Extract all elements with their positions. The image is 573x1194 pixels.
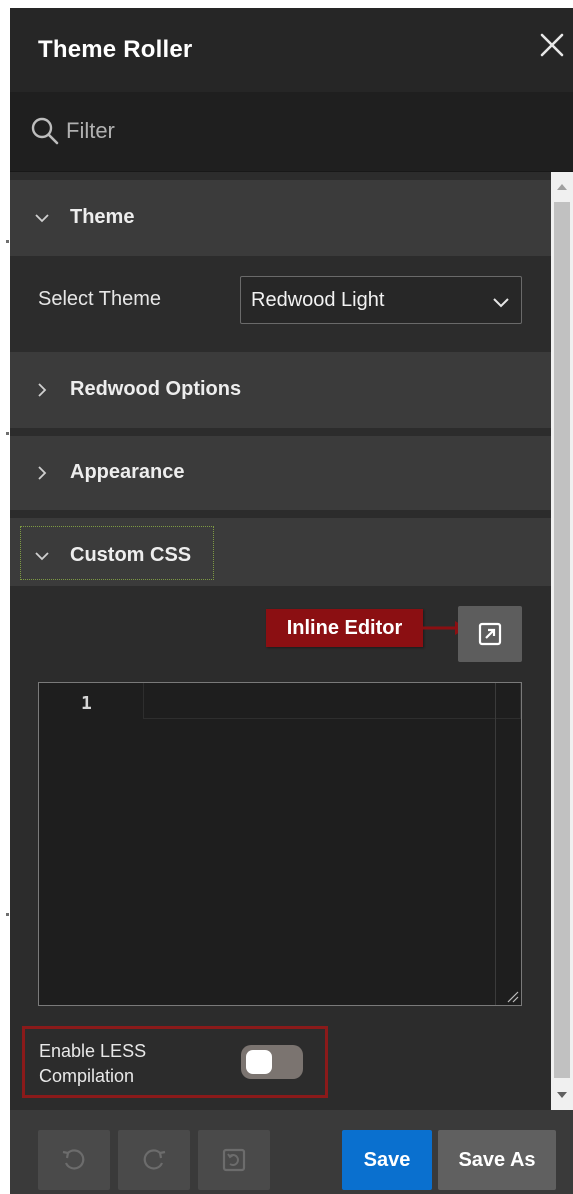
inline-editor-callout: Inline Editor [266, 609, 423, 647]
line-number: 1 [81, 693, 92, 714]
section-custom-css-label: Custom CSS [70, 544, 192, 566]
theme-roller-content: Theme Select Theme Redwood Light Redwood… [10, 172, 551, 1110]
open-inline-editor-button[interactable] [458, 606, 522, 662]
chevron-right-icon [38, 383, 47, 397]
scroll-down-icon[interactable] [556, 1090, 568, 1100]
filter-bar [10, 92, 573, 172]
reset-icon [222, 1148, 246, 1172]
select-theme-row: Select Theme Redwood Light [10, 256, 551, 348]
custom-css-body: Inline Editor 1 Enable LESS Compilation [10, 586, 551, 1110]
enable-less-highlight: Enable LESS Compilation [22, 1026, 328, 1098]
custom-css-editor[interactable]: 1 [38, 682, 522, 1006]
close-icon [540, 33, 564, 57]
theme-select-value: Redwood Light [251, 289, 385, 311]
redo-icon [143, 1149, 166, 1170]
chevron-right-icon [38, 466, 47, 480]
page-edge-mark [6, 240, 9, 243]
select-theme-label: Select Theme [38, 288, 162, 310]
search-icon [31, 117, 59, 145]
dialog-title: Theme Roller [38, 36, 193, 63]
section-custom-css-header[interactable]: Custom CSS [10, 518, 551, 594]
resize-grip-icon[interactable] [505, 989, 519, 1003]
section-appearance-label: Appearance [70, 461, 185, 483]
section-theme-header[interactable]: Theme [10, 180, 551, 256]
close-button[interactable] [535, 28, 569, 62]
save-as-button[interactable]: Save As [438, 1130, 556, 1190]
active-line-highlight [143, 683, 521, 719]
scrollbar-thumb[interactable] [554, 202, 570, 1078]
theme-roller-dialog: Theme Roller Theme Select Theme Redwo [10, 8, 573, 1194]
dialog-footer: Save Save As [10, 1110, 573, 1194]
page-edge-mark [6, 432, 9, 435]
scrollbar[interactable] [551, 172, 573, 1110]
open-in-new-icon [478, 622, 502, 646]
dialog-header: Theme Roller [10, 8, 573, 92]
undo-button[interactable] [38, 1130, 110, 1190]
scroll-up-icon[interactable] [556, 182, 568, 192]
reset-button[interactable] [198, 1130, 270, 1190]
theme-select[interactable]: Redwood Light [240, 276, 522, 324]
chevron-down-icon [35, 214, 49, 223]
section-redwood-options-label: Redwood Options [70, 378, 242, 400]
enable-less-label: Enable LESS Compilation [39, 1041, 147, 1086]
section-appearance-header[interactable]: Appearance [10, 436, 551, 510]
filter-input[interactable] [66, 114, 516, 148]
redo-button[interactable] [118, 1130, 190, 1190]
chevron-down-icon [493, 298, 509, 308]
page-edge-mark [6, 913, 9, 916]
section-redwood-options-header[interactable]: Redwood Options [10, 352, 551, 428]
chevron-down-icon [35, 552, 49, 561]
toggle-knob [246, 1050, 272, 1074]
section-theme-label: Theme [70, 206, 135, 228]
undo-icon [62, 1149, 85, 1170]
editor-ruler [495, 683, 496, 1005]
save-button[interactable]: Save [342, 1130, 432, 1190]
enable-less-toggle[interactable] [241, 1045, 303, 1079]
